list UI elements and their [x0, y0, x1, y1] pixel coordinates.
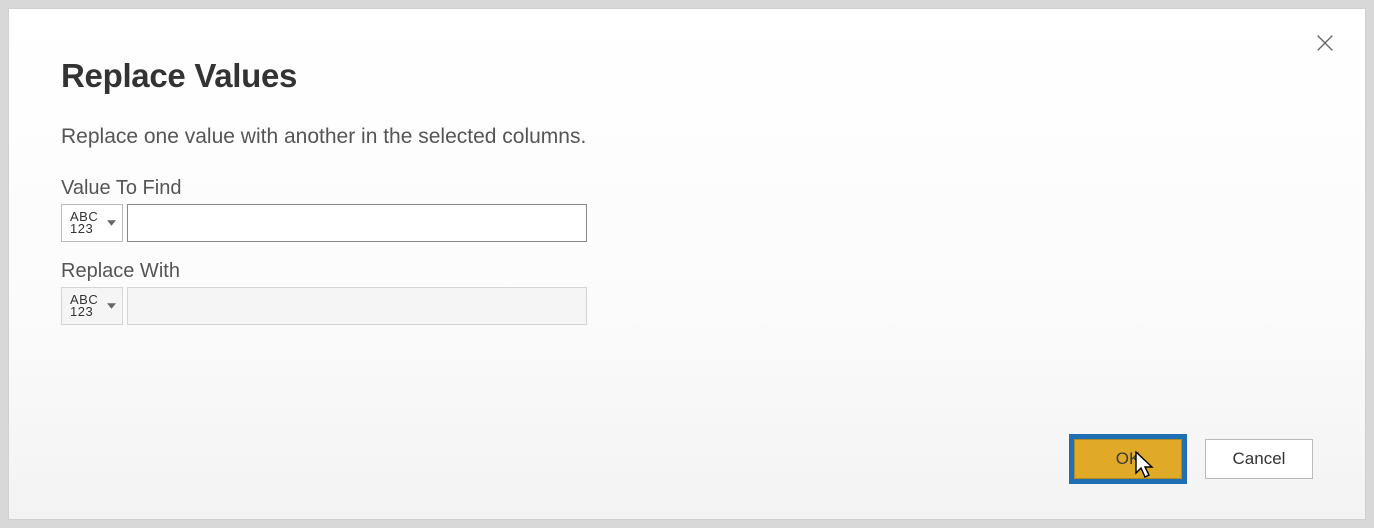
field-group-find: Value To Find ABC 123 [61, 177, 1313, 242]
cancel-button[interactable]: Cancel [1205, 439, 1313, 479]
type-any-icon: ABC 123 [70, 211, 98, 235]
dialog-button-row: OK Cancel [1069, 434, 1313, 484]
cancel-button-label: Cancel [1233, 449, 1286, 469]
chevron-down-icon [107, 220, 116, 226]
field-group-replace: Replace With ABC 123 [61, 260, 1313, 325]
type-selector-find[interactable]: ABC 123 [61, 204, 123, 242]
close-icon [1314, 32, 1336, 59]
ok-button-highlight: OK [1069, 434, 1187, 484]
ok-button[interactable]: OK [1074, 439, 1182, 479]
replace-values-dialog: Replace Values Replace one value with an… [8, 8, 1366, 520]
dialog-title: Replace Values [61, 57, 1313, 95]
ok-button-label: OK [1116, 449, 1141, 469]
type-selector-replace[interactable]: ABC 123 [61, 287, 123, 325]
chevron-down-icon [107, 303, 116, 309]
dialog-subtitle: Replace one value with another in the se… [61, 125, 1313, 149]
close-button[interactable] [1309, 29, 1341, 61]
type-any-icon: ABC 123 [70, 294, 98, 318]
value-to-find-input[interactable] [127, 204, 587, 242]
input-row-replace: ABC 123 [61, 287, 1313, 325]
replace-with-input[interactable] [127, 287, 587, 325]
replace-with-label: Replace With [61, 260, 1313, 283]
value-to-find-label: Value To Find [61, 177, 1313, 200]
input-row-find: ABC 123 [61, 204, 1313, 242]
